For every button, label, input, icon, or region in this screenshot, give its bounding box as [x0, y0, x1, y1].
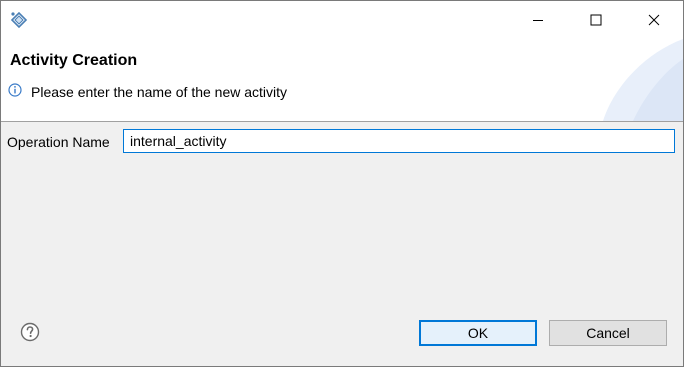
banner-decoration [603, 39, 683, 121]
info-icon [8, 83, 22, 97]
activity-creation-dialog: Activity Creation Please enter the name … [0, 0, 684, 367]
help-icon [20, 322, 40, 342]
operation-name-label: Operation Name [7, 134, 110, 150]
dialog-header: Activity Creation Please enter the name … [1, 39, 683, 121]
header-separator [1, 121, 683, 122]
help-button[interactable] [20, 322, 40, 342]
dialog-title: Activity Creation [10, 52, 138, 69]
close-button[interactable] [625, 1, 683, 39]
cancel-button[interactable]: Cancel [549, 320, 667, 346]
ok-button[interactable]: OK [419, 320, 537, 346]
title-bar [1, 1, 683, 39]
close-icon [648, 14, 660, 26]
operation-name-input[interactable] [123, 129, 675, 153]
app-icon [9, 10, 29, 30]
minimize-button[interactable] [509, 1, 567, 39]
minimize-icon [533, 20, 543, 21]
header-message: Please enter the name of the new activit… [31, 84, 288, 100]
maximize-icon [590, 14, 602, 26]
maximize-button[interactable] [567, 1, 625, 39]
